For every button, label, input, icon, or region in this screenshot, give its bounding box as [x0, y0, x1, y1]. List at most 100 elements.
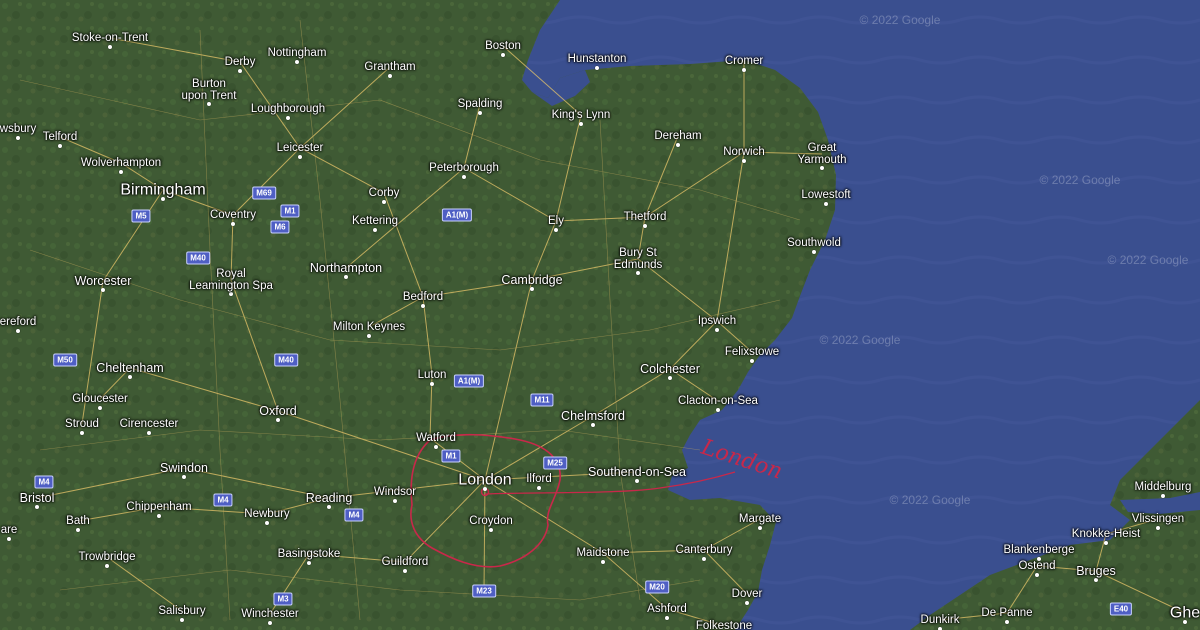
- place-marker: [537, 486, 541, 490]
- place-marker: [636, 271, 640, 275]
- place-label[interactable]: Trowbridge: [78, 551, 135, 563]
- place-label[interactable]: Peterborough: [429, 162, 499, 174]
- place-label[interactable]: Great Yarmouth: [797, 142, 846, 166]
- place-label[interactable]: Loughborough: [251, 103, 325, 115]
- place-label[interactable]: Royal Leamington Spa: [189, 268, 273, 292]
- place-label[interactable]: Blankenberge: [1004, 544, 1075, 556]
- place-marker: [119, 170, 123, 174]
- place-label[interactable]: Thetford: [624, 211, 667, 223]
- place-label[interactable]: Southwold: [787, 237, 841, 249]
- place-label[interactable]: Grantham: [364, 61, 415, 73]
- place-label[interactable]: Worcester: [75, 275, 132, 288]
- place-marker: [147, 431, 151, 435]
- place-label[interactable]: Ipswich: [698, 315, 736, 327]
- place-label[interactable]: Folkestone: [696, 620, 752, 630]
- place-label[interactable]: wsbury: [0, 123, 36, 135]
- place-label[interactable]: Leicester: [277, 142, 324, 154]
- place-label[interactable]: Derby: [225, 56, 256, 68]
- place-label[interactable]: Canterbury: [676, 544, 733, 556]
- place-label[interactable]: Knokke-Heist: [1072, 528, 1140, 540]
- place-label[interactable]: Ghe: [1170, 605, 1200, 622]
- place-label[interactable]: Chelmsford: [561, 410, 625, 423]
- road-shield: M6: [270, 220, 290, 234]
- place-label[interactable]: Bath: [66, 515, 90, 527]
- place-marker: [382, 200, 386, 204]
- place-marker: [180, 618, 184, 622]
- place-label[interactable]: Maidstone: [576, 547, 629, 559]
- place-label[interactable]: King's Lynn: [552, 109, 611, 121]
- place-label[interactable]: Margate: [739, 513, 781, 525]
- place-label[interactable]: Hunstanton: [568, 53, 627, 65]
- place-label[interactable]: Lowestoft: [801, 189, 850, 201]
- place-marker: [812, 250, 816, 254]
- place-label[interactable]: Coventry: [210, 209, 256, 221]
- map-view[interactable]: London Stoke-on-Trent Derby Nottingham Gran…: [0, 0, 1200, 630]
- place-label[interactable]: are: [1, 524, 18, 536]
- place-label[interactable]: Bedford: [403, 291, 443, 303]
- place-marker: [421, 304, 425, 308]
- place-marker: [108, 45, 112, 49]
- place-label[interactable]: Windsor: [374, 486, 416, 498]
- place-label[interactable]: Ilford: [526, 473, 552, 485]
- place-label[interactable]: Watford: [416, 432, 456, 444]
- place-label[interactable]: Milton Keynes: [333, 321, 405, 333]
- place-label[interactable]: Cambridge: [501, 274, 562, 287]
- place-label[interactable]: Winchester: [241, 608, 299, 620]
- place-marker: [591, 423, 595, 427]
- place-label[interactable]: Birmingham: [120, 182, 205, 199]
- place-label[interactable]: Bruges: [1076, 565, 1116, 578]
- place-label[interactable]: Basingstoke: [278, 548, 341, 560]
- place-marker: [327, 505, 331, 509]
- place-label[interactable]: Dunkirk: [921, 614, 960, 626]
- place-marker: [268, 621, 272, 625]
- place-marker: [824, 202, 828, 206]
- place-label[interactable]: Stoke-on-Trent: [72, 32, 148, 44]
- place-label[interactable]: Colchester: [640, 363, 700, 376]
- place-label[interactable]: London: [458, 472, 511, 489]
- place-label[interactable]: Salisbury: [158, 605, 205, 617]
- place-label[interactable]: Gloucester: [72, 393, 128, 405]
- place-label[interactable]: Vlissingen: [1132, 513, 1184, 525]
- place-label[interactable]: Cromer: [725, 55, 763, 67]
- place-label[interactable]: Guildford: [382, 556, 429, 568]
- place-label[interactable]: Felixstowe: [725, 346, 779, 358]
- place-label[interactable]: Southend-on-Sea: [588, 466, 686, 479]
- place-label[interactable]: Dereham: [654, 130, 701, 142]
- place-label[interactable]: Ely: [548, 215, 564, 227]
- place-label[interactable]: Croydon: [469, 515, 512, 527]
- place-label[interactable]: Northampton: [310, 262, 382, 275]
- place-label[interactable]: Corby: [369, 187, 400, 199]
- place-label[interactable]: Chippenham: [126, 501, 191, 513]
- place-label[interactable]: Telford: [43, 131, 78, 143]
- place-label[interactable]: Bristol: [20, 492, 55, 505]
- place-label[interactable]: Cheltenham: [96, 362, 163, 375]
- place-label[interactable]: Luton: [418, 369, 447, 381]
- place-label[interactable]: Boston: [485, 40, 521, 52]
- place-marker: [76, 528, 80, 532]
- place-label[interactable]: Kettering: [352, 215, 398, 227]
- place-label[interactable]: Oxford: [259, 405, 297, 418]
- place-label[interactable]: Nottingham: [268, 47, 327, 59]
- place-label[interactable]: Ashford: [647, 603, 687, 615]
- road-shield: M4: [213, 493, 233, 507]
- place-label[interactable]: Swindon: [160, 462, 208, 475]
- place-marker: [489, 528, 493, 532]
- place-label[interactable]: Stroud: [65, 418, 99, 430]
- place-label[interactable]: Bury St Edmunds: [614, 247, 663, 271]
- place-label[interactable]: Ostend: [1018, 560, 1055, 572]
- place-marker: [35, 505, 39, 509]
- place-marker: [1035, 573, 1039, 577]
- place-label[interactable]: Burton upon Trent: [182, 78, 237, 102]
- place-label[interactable]: Reading: [306, 492, 353, 505]
- place-label[interactable]: Dover: [732, 588, 763, 600]
- place-label[interactable]: Newbury: [244, 508, 289, 520]
- place-label[interactable]: De Panne: [981, 607, 1032, 619]
- place-label[interactable]: Norwich: [723, 146, 765, 158]
- road-shield: M3: [273, 592, 293, 606]
- place-label[interactable]: Wolverhampton: [81, 157, 161, 169]
- place-label[interactable]: ereford: [0, 316, 36, 328]
- place-label[interactable]: Clacton-on-Sea: [678, 395, 758, 407]
- place-label[interactable]: Spalding: [458, 98, 503, 110]
- place-label[interactable]: Middelburg: [1135, 481, 1192, 493]
- place-label[interactable]: Cirencester: [120, 418, 179, 430]
